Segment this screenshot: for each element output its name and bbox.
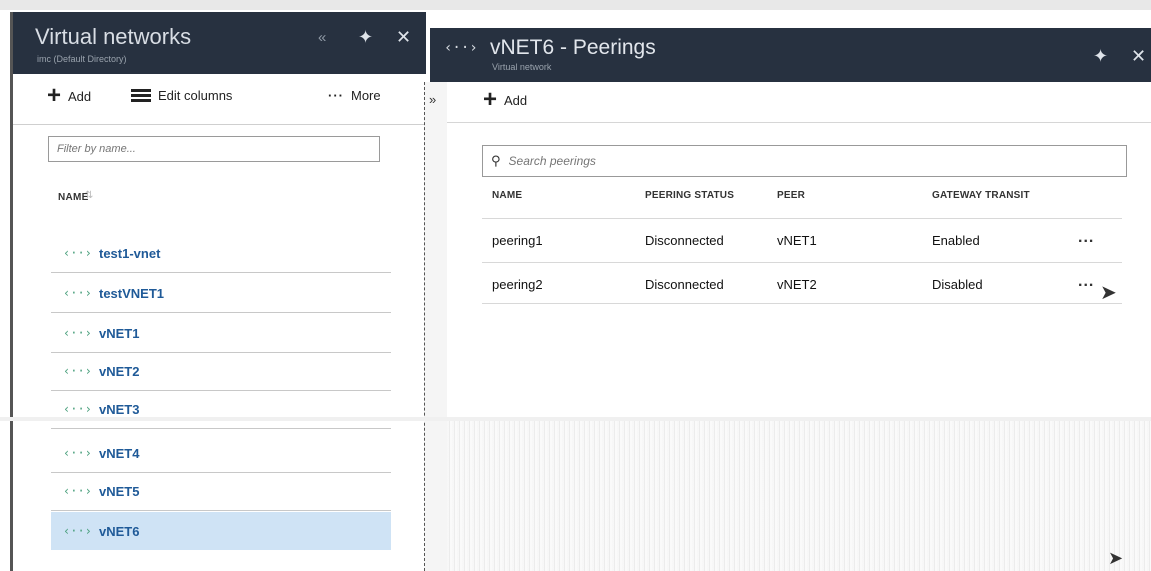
network-name: vNET4 bbox=[99, 445, 140, 461]
search-input[interactable] bbox=[506, 153, 1126, 169]
more-button[interactable]: ··· More bbox=[328, 88, 381, 103]
filter-input[interactable] bbox=[49, 137, 379, 161]
vnet-icon: ‹··› bbox=[63, 446, 92, 460]
peering-status: Disconnected bbox=[645, 233, 724, 248]
vnet-icon: ‹··› bbox=[63, 246, 92, 260]
vnet-icon: ‹··› bbox=[63, 364, 92, 378]
blade-title: vNET6 - Peerings bbox=[490, 36, 656, 59]
top-gap bbox=[0, 0, 1151, 10]
list-item[interactable]: ‹··› vNET2 bbox=[51, 352, 391, 391]
peer-name: vNET1 bbox=[777, 233, 817, 248]
peerings-toolbar: + Add bbox=[447, 82, 1151, 123]
vnet-icon: ‹··› bbox=[63, 484, 92, 498]
peer-name: vNET2 bbox=[777, 277, 817, 292]
table-row[interactable]: peering1 Disconnected vNET1 Enabled ... bbox=[482, 218, 1122, 259]
photo-seam bbox=[0, 417, 1151, 421]
blade-subtitle: Virtual network bbox=[492, 62, 552, 72]
row-menu-icon[interactable]: ... bbox=[1078, 229, 1094, 247]
collapsed-blade-strip[interactable]: » bbox=[424, 82, 449, 571]
table-row[interactable]: peering2 Disconnected vNET2 Disabled ... bbox=[482, 262, 1122, 304]
peering-name: peering1 bbox=[492, 233, 543, 248]
columns-icon bbox=[131, 89, 151, 102]
add-label: Add bbox=[68, 88, 92, 104]
pin-icon[interactable]: ✦ bbox=[1093, 46, 1108, 67]
list-item[interactable]: ‹··› vNET1 bbox=[51, 314, 391, 353]
column-header-peering-status[interactable]: PEERING STATUS bbox=[645, 190, 734, 201]
close-icon[interactable]: ✕ bbox=[1131, 46, 1146, 67]
list-item[interactable]: ‹··› vNET6 bbox=[51, 512, 391, 550]
more-dots-icon: ··· bbox=[328, 88, 344, 103]
add-label: Add bbox=[504, 92, 528, 108]
add-peering-button[interactable]: + Add bbox=[483, 86, 528, 113]
vnet-icon: ‹··› bbox=[63, 402, 92, 416]
peering-name: peering2 bbox=[492, 277, 543, 292]
gateway-transit: Disabled bbox=[932, 277, 983, 292]
screen-moire-area bbox=[447, 420, 1151, 571]
vnet-icon: ‹··› bbox=[63, 286, 92, 300]
filter-box bbox=[48, 136, 380, 162]
network-name: testVNET1 bbox=[99, 285, 165, 301]
list-item[interactable]: ‹··› test1-vnet bbox=[51, 234, 391, 273]
list-item[interactable]: ‹··› vNET3 bbox=[51, 390, 391, 429]
edit-columns-label: Edit columns bbox=[158, 88, 233, 103]
list-item[interactable]: ‹··› vNET5 bbox=[51, 472, 391, 511]
column-header-gateway-transit[interactable]: GATEWAY TRANSIT bbox=[932, 190, 1030, 201]
network-name: vNET2 bbox=[99, 363, 140, 379]
virtual-networks-blade: Virtual networks imc (Default Directory)… bbox=[10, 12, 426, 571]
list-item[interactable]: ‹··› vNET4 bbox=[51, 434, 391, 473]
network-name: vNET6 bbox=[99, 523, 140, 539]
vnet-icon: ‹··› bbox=[63, 524, 92, 538]
edit-columns-button[interactable]: Edit columns bbox=[131, 88, 232, 103]
list-item[interactable]: ‹··› testVNET1 bbox=[51, 274, 391, 313]
vnet-icon: ‹··› bbox=[63, 326, 92, 340]
column-header-name[interactable]: NAME bbox=[492, 190, 522, 201]
mouse-cursor-icon: ➤ bbox=[1100, 282, 1117, 304]
add-button[interactable]: + Add bbox=[47, 82, 92, 109]
blade-title: Virtual networks bbox=[35, 24, 192, 49]
network-name: vNET3 bbox=[99, 401, 140, 417]
peering-status: Disconnected bbox=[645, 277, 724, 292]
collapse-icon[interactable]: « bbox=[318, 29, 326, 46]
gateway-transit: Enabled bbox=[932, 233, 980, 248]
vnet-icon: ‹··› bbox=[444, 40, 478, 56]
row-menu-icon[interactable]: ... bbox=[1078, 273, 1094, 291]
mouse-cursor-icon: ➤ bbox=[1108, 548, 1124, 568]
plus-icon: + bbox=[47, 82, 62, 109]
sort-icon[interactable]: ⇅ bbox=[85, 190, 93, 201]
screen: Virtual networks imc (Default Directory)… bbox=[0, 0, 1151, 571]
network-name: vNET5 bbox=[99, 483, 140, 499]
blade-subtitle: imc (Default Directory) bbox=[37, 54, 127, 64]
close-icon[interactable]: ✕ bbox=[396, 27, 411, 48]
blade-toolbar: + Add Edit columns ··· More bbox=[13, 74, 426, 125]
pin-icon[interactable]: ✦ bbox=[358, 27, 373, 48]
column-header-peer[interactable]: PEER bbox=[777, 190, 805, 201]
network-name: vNET1 bbox=[99, 325, 140, 341]
more-label: More bbox=[351, 88, 381, 103]
network-name: test1-vnet bbox=[99, 245, 161, 261]
expand-chevron-icon[interactable]: » bbox=[429, 92, 436, 107]
search-box: ⚲ bbox=[482, 145, 1127, 177]
plus-icon: + bbox=[483, 86, 498, 113]
blade-header: Virtual networks imc (Default Directory)… bbox=[13, 12, 426, 74]
search-icon: ⚲ bbox=[491, 153, 501, 168]
